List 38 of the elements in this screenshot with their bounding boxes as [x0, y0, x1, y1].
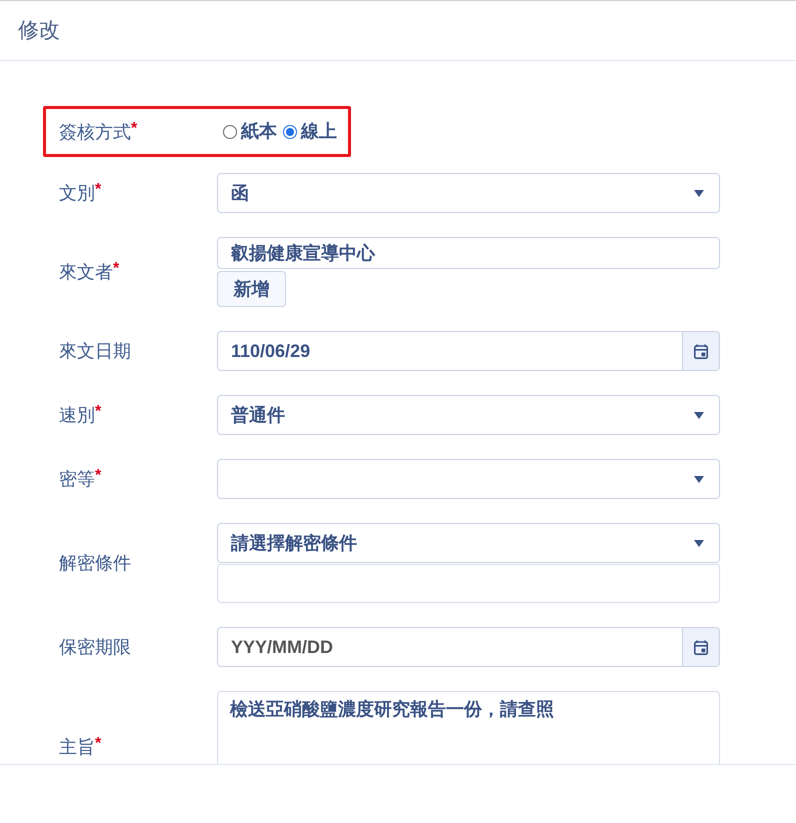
field-label: 速別 — [59, 404, 95, 427]
caret-icon — [694, 540, 704, 546]
radio-label[interactable]: 線上 — [301, 119, 337, 144]
field-label: 密等 — [59, 468, 95, 491]
select-field[interactable]: 函 — [217, 173, 720, 213]
field-label: 來文日期 — [59, 340, 131, 363]
caret-icon — [694, 190, 704, 196]
dialog-title: 修改 — [18, 18, 60, 44]
text-input[interactable]: 叡揚健康宣導中心 — [217, 237, 720, 269]
required-mark: * — [95, 467, 102, 485]
field-label: 簽核方式 — [59, 120, 131, 144]
field-label: 保密期限 — [59, 636, 131, 659]
field-label: 來文者 — [59, 261, 113, 284]
caret-icon — [694, 476, 704, 482]
date-input[interactable]: YYY/MM/DD — [217, 627, 682, 667]
caret-icon — [694, 412, 704, 418]
select-field[interactable]: 普通件 — [217, 395, 720, 435]
field-label: 解密條件 — [59, 552, 131, 575]
calendar-button[interactable] — [682, 331, 720, 371]
add-button[interactable]: 新增 — [217, 271, 286, 307]
required-mark: * — [95, 403, 102, 421]
calendar-button[interactable] — [682, 627, 720, 667]
text-area[interactable]: 檢送亞硝酸鹽濃度研究報告一份，請查照 — [217, 691, 720, 764]
calendar-icon — [694, 344, 708, 358]
radio-label[interactable]: 紙本 — [241, 119, 277, 144]
required-mark: * — [95, 735, 102, 753]
select-field[interactable]: 請選擇解密條件 — [217, 523, 720, 563]
field-label: 主旨 — [59, 736, 95, 759]
field-label: 文別 — [59, 182, 95, 205]
select-field[interactable] — [217, 459, 720, 499]
date-input[interactable]: 110/06/29 — [217, 331, 682, 371]
radio-button[interactable] — [223, 124, 237, 138]
required-mark: * — [113, 260, 120, 278]
calendar-icon — [694, 640, 708, 654]
radio-button[interactable] — [283, 124, 297, 138]
required-mark: * — [95, 181, 102, 199]
text-input[interactable] — [217, 564, 720, 603]
required-mark: * — [131, 120, 138, 138]
